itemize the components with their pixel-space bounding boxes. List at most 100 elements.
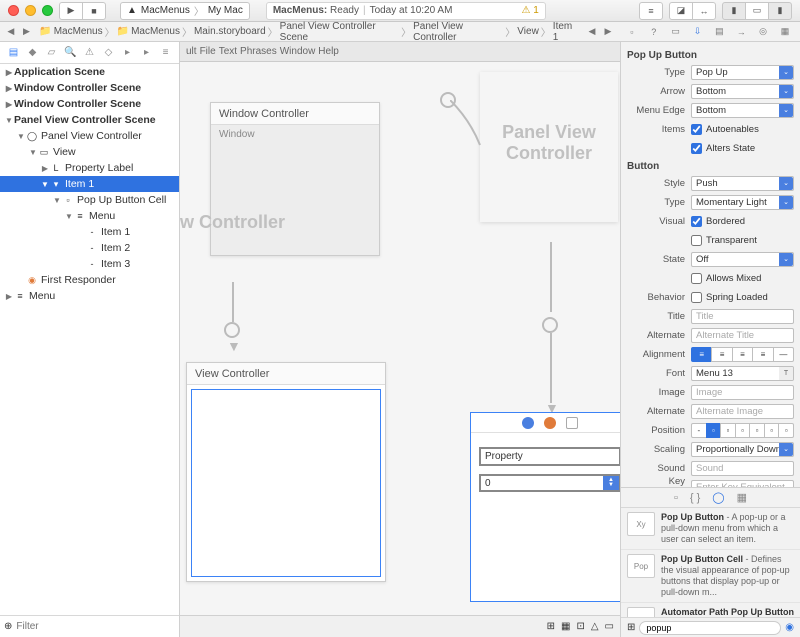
allows-mixed-checkbox[interactable] [691, 273, 702, 284]
identity-inspector-tab[interactable]: ▭ [669, 25, 683, 39]
resolve-button[interactable]: △ [591, 621, 599, 632]
outline-row-selected[interactable]: ▼▾Item 1 [0, 176, 179, 192]
library-item[interactable]: Pop Pop Up Button Cell - Defines the vis… [621, 550, 800, 603]
report-navigator-icon[interactable]: ≡ [159, 46, 173, 60]
image-input[interactable]: Image [691, 385, 794, 400]
breakpoint-navigator-icon[interactable]: ▸ [140, 46, 154, 60]
project-navigator-icon[interactable]: ▤ [7, 46, 21, 60]
toggle-debug-button[interactable]: ▭ [745, 2, 769, 20]
code-snippet-tab[interactable]: { } [690, 492, 700, 504]
alignment-segmented[interactable]: ≡≡≡≡— [691, 347, 794, 362]
type-dropdown[interactable]: Pop Up⌄ [691, 65, 794, 80]
filter-input[interactable] [16, 621, 175, 632]
panel-view-scene[interactable]: Property 0 ▲▼ [470, 412, 620, 602]
symbol-navigator-icon[interactable]: ▱ [45, 46, 59, 60]
attributes-inspector-tab[interactable]: ⇩ [690, 25, 704, 39]
object-library-tab[interactable]: ◯ [712, 491, 724, 504]
source-control-icon[interactable]: ◆ [26, 46, 40, 60]
library-item[interactable]: ▸ Automator Path Pop Up Button - Control… [621, 603, 800, 617]
panel-vc-thumb[interactable]: Panel View Controller [480, 72, 618, 222]
viewcontroller-icon[interactable] [522, 417, 534, 429]
zoom-button[interactable]: ⊞ [547, 621, 555, 632]
first-responder-icon[interactable] [544, 417, 556, 429]
editor-version-button[interactable]: ↔ [692, 2, 716, 20]
attributes-inspector[interactable]: Pop Up Button TypePop Up⌄ ArrowBottom⌄ M… [621, 42, 800, 487]
help-inspector-tab[interactable]: ? [647, 25, 661, 39]
outline-row[interactable]: ▶LProperty Label [0, 160, 179, 176]
scene-row[interactable]: ▶Window Controller Scene [0, 96, 179, 112]
outline-row[interactable]: ▼▭View [0, 144, 179, 160]
nav-forward-button[interactable]: ▶ [20, 25, 34, 39]
view-selected[interactable] [191, 389, 381, 577]
effects-inspector-tab[interactable]: ▦ [778, 25, 792, 39]
library-item[interactable]: Xy Pop Up Button - A pop-up or a pull-do… [621, 508, 800, 550]
editor-assistant-button[interactable]: ◪ [669, 2, 693, 20]
debug-navigator-icon[interactable]: ▸ [121, 46, 135, 60]
bindings-inspector-tab[interactable]: ◎ [756, 25, 770, 39]
toggle-inspector-button[interactable]: ▮ [768, 2, 792, 20]
state-dropdown[interactable]: Off⌄ [691, 252, 794, 267]
scheme-selector[interactable]: ▲ MacMenus 〉 My Mac [120, 2, 250, 20]
stop-button[interactable]: ■ [82, 2, 106, 20]
nav-back-button[interactable]: ◀ [4, 25, 18, 39]
keyequiv-input[interactable]: Enter Key Equivalent [691, 480, 794, 488]
outline-row[interactable]: ▶≡Menu [0, 288, 179, 304]
zoom-window-button[interactable] [42, 5, 53, 16]
outline-row[interactable]: ▼≡Menu [0, 208, 179, 224]
scene-row[interactable]: ▼Panel View Controller Scene [0, 112, 179, 128]
btype-dropdown[interactable]: Momentary Light⌄ [691, 195, 794, 210]
close-window-button[interactable] [8, 5, 19, 16]
library-filter-input[interactable] [639, 621, 781, 635]
alternate-input[interactable]: Alternate Title [691, 328, 794, 343]
bordered-checkbox[interactable] [691, 216, 702, 227]
autoenables-checkbox[interactable] [691, 124, 702, 135]
scene-row[interactable]: ▶Window Controller Scene [0, 80, 179, 96]
popup-button-selected[interactable]: 0 ▲▼ [479, 474, 620, 492]
window-controller-scene[interactable]: Window Controller Window [210, 102, 380, 256]
embed-button[interactable]: ▭ [605, 621, 614, 632]
grid-view-icon[interactable]: ⊞ [627, 622, 635, 633]
outline-row[interactable]: ▼◯Panel View Controller [0, 128, 179, 144]
transparent-checkbox[interactable] [691, 235, 702, 246]
scene-row[interactable]: ▶Application Scene [0, 64, 179, 80]
spring-loaded-checkbox[interactable] [691, 292, 702, 303]
jump-prev-button[interactable]: ◀ [585, 25, 599, 39]
sound-input[interactable]: Sound [691, 461, 794, 476]
font-field[interactable]: Menu 13T [691, 366, 794, 381]
breadcrumb[interactable]: 📁MacMenus〉 📁MacMenus〉 Main.storyboard〉 P… [35, 21, 583, 43]
connections-inspector-tab[interactable]: → [734, 25, 748, 39]
scaling-dropdown[interactable]: Proportionally Down⌄ [691, 442, 794, 457]
property-label[interactable]: Property [479, 447, 620, 466]
file-inspector-tab[interactable]: ▫ [625, 25, 639, 39]
media-library-tab[interactable]: ▦ [737, 491, 747, 504]
warning-badge[interactable]: ⚠ 1 [522, 5, 539, 16]
document-outline[interactable]: ▶Application Scene ▶Window Controller Sc… [0, 64, 179, 615]
exit-icon[interactable] [566, 417, 578, 429]
position-segmented[interactable]: -▫▫▫▫▫▫ [691, 423, 794, 438]
test-navigator-icon[interactable]: ◇ [102, 46, 116, 60]
interface-builder-canvas[interactable]: ultFileTextPhrasesWindowHelp Window Cont… [180, 42, 620, 637]
outline-row[interactable]: ◉First Responder [0, 272, 179, 288]
outline-row[interactable]: -Item 2 [0, 240, 179, 256]
arrow-dropdown[interactable]: Bottom⌄ [691, 84, 794, 99]
size-inspector-tab[interactable]: ▤ [712, 25, 726, 39]
issue-navigator-icon[interactable]: ⚠ [83, 46, 97, 60]
title-input[interactable]: Title [691, 309, 794, 324]
toggle-navigator-button[interactable]: ▮ [722, 2, 746, 20]
pin-button[interactable]: ⊡ [576, 621, 584, 632]
altimage-input[interactable]: Alternate Image [691, 404, 794, 419]
activity-status[interactable]: MacMenus: Ready | Today at 10:20 AM ⚠ 1 [266, 2, 546, 20]
find-navigator-icon[interactable]: 🔍 [64, 46, 78, 60]
file-template-tab[interactable]: ▫ [674, 492, 678, 504]
jump-next-button[interactable]: ▶ [601, 25, 615, 39]
run-button[interactable]: ▶ [59, 2, 83, 20]
outline-row[interactable]: ▼▫Pop Up Button Cell [0, 192, 179, 208]
alters-state-checkbox[interactable] [691, 143, 702, 154]
align-button[interactable]: ▦ [561, 621, 570, 632]
segue-node[interactable] [542, 317, 558, 333]
style-dropdown[interactable]: Push⌄ [691, 176, 794, 191]
editor-standard-button[interactable]: ≡ [639, 2, 663, 20]
minimize-window-button[interactable] [25, 5, 36, 16]
segue-node[interactable] [224, 322, 240, 338]
outline-row[interactable]: -Item 1 [0, 224, 179, 240]
